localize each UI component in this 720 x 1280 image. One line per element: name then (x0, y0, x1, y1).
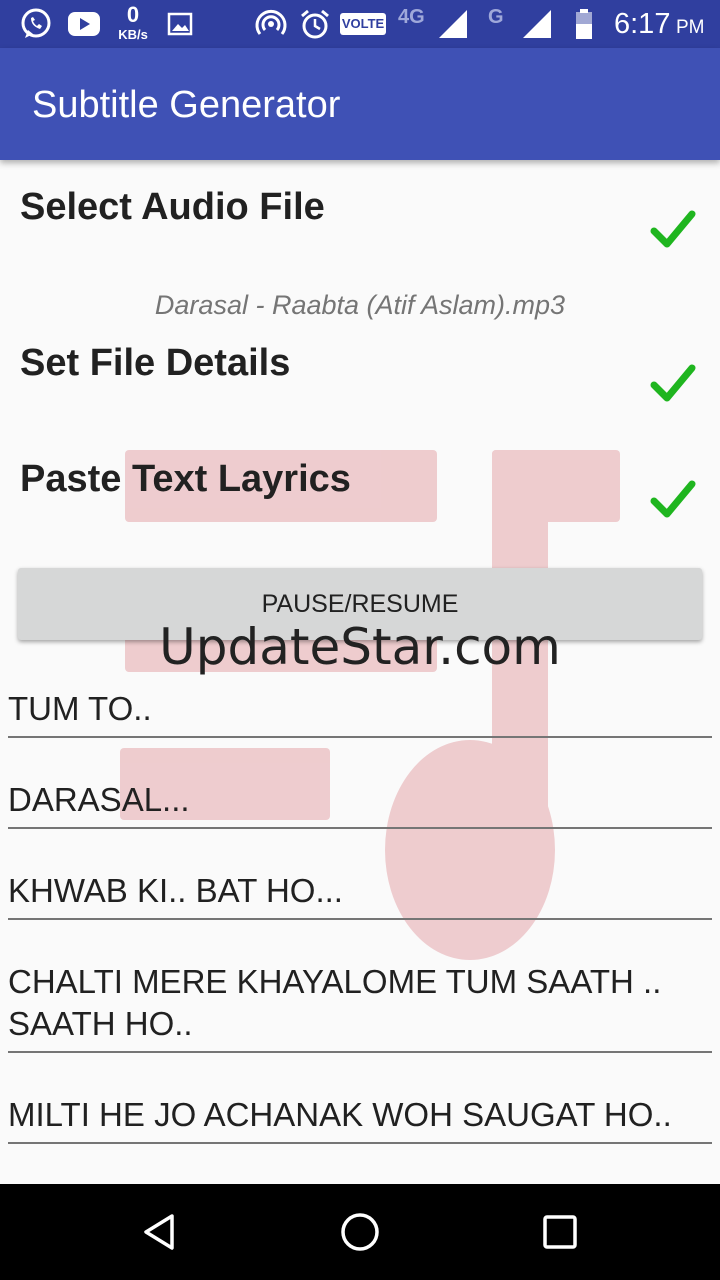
lyric-line[interactable]: CHALTI MERE KHAYALOME TUM SAATH .. SAATH… (8, 961, 712, 1053)
back-icon[interactable] (136, 1208, 184, 1256)
selected-file-name: Darasal - Raabta (Atif Aslam).mp3 (154, 290, 566, 320)
status-bar: 0 KB/s VOLTE 4G G 6:17 PM (0, 0, 720, 48)
network-type-label-2: G (488, 6, 504, 28)
whatsapp-icon (18, 8, 54, 40)
step-set-file-details[interactable]: Set File Details (20, 342, 290, 385)
check-icon (650, 210, 696, 248)
image-icon (166, 8, 194, 40)
clock-ampm: PM (676, 17, 705, 38)
pause-resume-button[interactable]: PAUSE/RESUME (18, 568, 702, 640)
recents-icon[interactable] (536, 1208, 584, 1256)
navigation-bar (0, 1184, 720, 1280)
signal-icon (436, 8, 470, 40)
step-select-audio-file[interactable]: Select Audio File (20, 186, 325, 229)
app-title: Subtitle Generator (32, 84, 341, 126)
battery-icon (572, 8, 596, 40)
hotspot-icon (254, 8, 288, 40)
home-icon[interactable] (336, 1208, 384, 1256)
app-bar: Subtitle Generator (0, 48, 720, 160)
network-speed-value: 0 (126, 2, 140, 27)
step-paste-text-lyrics[interactable]: Paste Text Layrics (20, 458, 351, 501)
lyric-line[interactable]: MILTI HE JO ACHANAK WOH SAUGAT HO.. (8, 1094, 712, 1144)
check-icon (650, 364, 696, 402)
signal-icon-2 (520, 8, 554, 40)
network-type-label: 4G (398, 6, 425, 28)
clock-time: 6:17 (614, 8, 671, 40)
check-icon (650, 480, 696, 518)
alarm-icon (298, 8, 332, 40)
lyric-line[interactable]: KHWAB KI.. BAT HO... (8, 870, 712, 920)
lyric-line[interactable]: DARASAL... (8, 779, 712, 829)
main-content: Select Audio File Darasal - Raabta (Atif… (0, 160, 720, 1184)
network-speed-unit: KB/s (118, 27, 148, 42)
lyric-line[interactable]: TUM TO.. (8, 688, 712, 738)
youtube-icon (66, 8, 102, 40)
volte-badge: VOLTE (340, 13, 386, 35)
